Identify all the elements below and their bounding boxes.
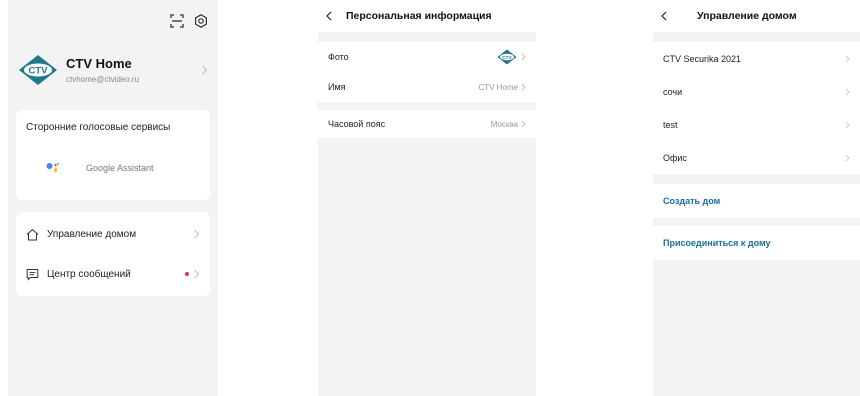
create-home-label: Создать дом [663,196,721,206]
nav-bar: Управление домом [653,0,860,32]
profile-screen: CTV CTV Home ctvhome@ctvideo.ru Сторонни… [8,0,218,396]
ctv-logo: CTV [19,55,57,85]
timezone-row[interactable]: Часовой пояс Москва [318,110,536,138]
user-email: ctvhome@ctvideo.ru [66,75,140,84]
home-icon [26,228,39,240]
menu-label-home-management: Управление домом [47,228,137,240]
menu-card: Управление домом Центр сообщений [16,212,210,296]
top-toolbar [170,14,208,28]
google-assistant-label: Google Assistant [86,163,154,173]
scan-icon[interactable] [170,14,184,28]
name-value: CTV Home [478,82,518,92]
chevron-right-icon [845,55,850,62]
list-item[interactable]: CTV Securika 2021 [653,42,860,75]
join-home-button[interactable]: Присоединиться к дому [653,226,860,260]
chevron-right-icon [845,88,850,95]
chevron-right-icon [521,83,526,91]
voice-services-card: Сторонние голосовые сервисы Google Assis… [16,110,210,200]
ctv-logo-text: CTV [29,66,49,77]
chevron-left-icon [661,11,667,21]
user-name: CTV Home [66,56,132,71]
home-name: сочи [663,86,683,97]
name-label: Имя [328,82,346,92]
join-home-label: Присоединиться к дому [663,238,771,248]
personal-info-screen: Персональная информация Фото CTV Имя CTV… [318,0,536,396]
avatar: CTV [497,49,517,65]
chevron-right-icon [845,121,850,128]
home-name: Офис [663,152,687,163]
personal-info-list: Фото CTV Имя CTV Home [318,42,536,102]
photo-row[interactable]: Фото CTV [318,42,536,72]
page-title: Управление домом [697,10,797,22]
back-button[interactable] [318,0,340,32]
chevron-right-icon [521,120,526,128]
menu-item-message-center[interactable]: Центр сообщений [26,262,200,286]
profile-header[interactable]: CTV CTV Home ctvhome@ctvideo.ru [18,50,208,90]
page-title: Персональная информация [346,10,492,22]
timezone-list: Часовой пояс Москва [318,110,536,138]
chevron-right-icon [521,53,526,61]
list-item[interactable]: test [653,108,860,141]
list-item[interactable]: Офис [653,141,860,174]
menu-item-home-management[interactable]: Управление домом [26,222,200,246]
notification-dot [185,272,189,276]
home-list: CTV Securika 2021 сочи test Офис [653,42,860,174]
avatar-logo-text: CTV [502,55,512,61]
photo-label: Фото [328,52,349,62]
back-button[interactable] [653,0,675,32]
timezone-label: Часовой пояс [328,119,386,129]
home-name: CTV Securika 2021 [663,53,742,64]
chevron-right-icon [194,269,200,279]
profile-text: CTV Home ctvhome@ctvideo.ru [66,56,201,84]
chevron-right-icon [202,65,208,75]
chevron-right-icon [845,154,850,161]
voice-services-title: Сторонние голосовые сервисы [26,122,171,133]
chevron-left-icon [326,11,332,21]
chevron-right-icon [194,229,200,239]
home-name: test [663,119,678,130]
settings-icon[interactable] [194,14,208,28]
name-row[interactable]: Имя CTV Home [318,72,536,102]
google-assistant-icon [46,162,59,173]
create-home-button[interactable]: Создать дом [653,184,860,218]
list-item[interactable]: сочи [653,75,860,108]
nav-bar: Персональная информация [318,0,536,32]
timezone-value: Москва [490,119,518,129]
message-icon [26,268,39,281]
google-assistant-item[interactable]: Google Assistant [46,162,154,174]
menu-label-message-center: Центр сообщений [47,268,131,280]
home-management-screen: Управление домом CTV Securika 2021 сочи … [653,0,860,396]
